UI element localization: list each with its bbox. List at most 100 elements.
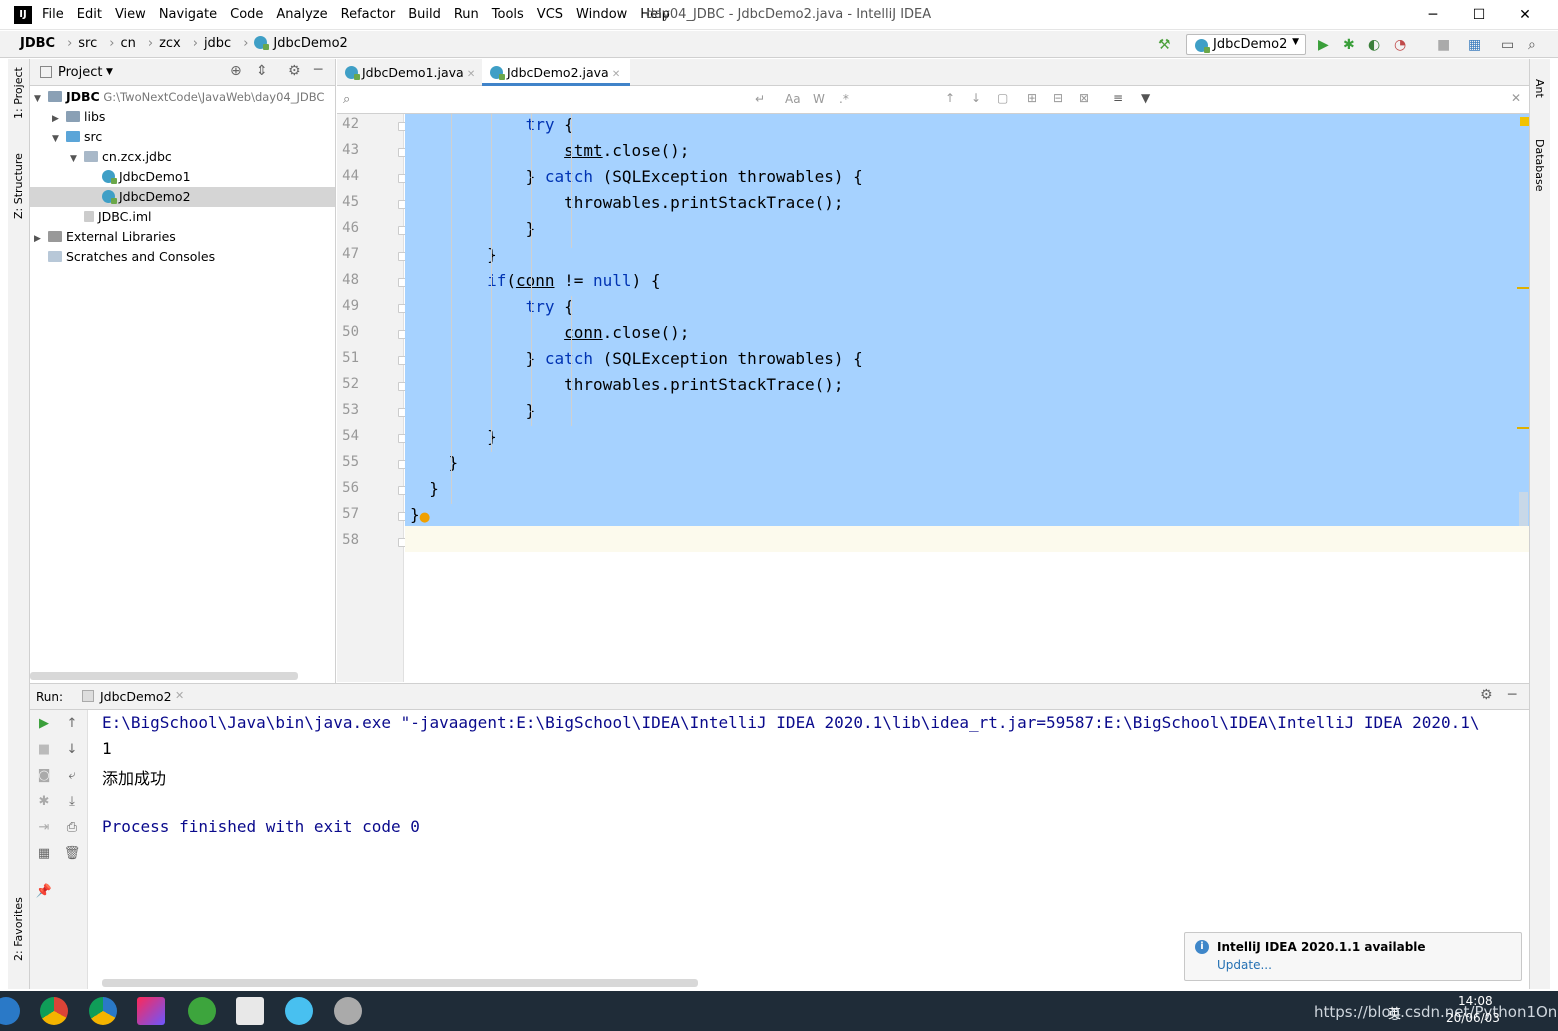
warning-marker[interactable] <box>1520 117 1529 126</box>
marker[interactable] <box>1517 427 1529 429</box>
tree-item[interactable]: ▼ src <box>30 127 335 147</box>
ant-tool-tab[interactable]: Ant <box>1533 79 1546 98</box>
search-input[interactable] <box>359 90 759 110</box>
favorites-tool-tab[interactable]: 2: Favorites <box>12 897 25 961</box>
tree-item[interactable]: JDBC.iml <box>30 207 335 227</box>
collapse-all-icon[interactable]: ⇕ <box>256 63 268 79</box>
new-line-icon[interactable]: ↵ <box>755 92 765 106</box>
previous-occurrence-icon[interactable]: ↑ <box>945 91 955 105</box>
menu-run[interactable]: Run <box>454 7 479 22</box>
chevron-down-icon[interactable]: ▼ <box>106 67 113 77</box>
intellij-taskbar-icon[interactable] <box>137 997 165 1025</box>
print-icon[interactable]: ⎙ <box>62 820 82 835</box>
expanded-arrow-icon[interactable]: ▼ <box>52 129 66 149</box>
breadcrumb-item[interactable]: cn <box>120 36 141 51</box>
menu-vcs[interactable]: VCS <box>537 7 563 22</box>
editor-scrollbar[interactable] <box>1517 114 1529 682</box>
clock-date[interactable]: 20/06/03 <box>1446 1011 1500 1025</box>
app-icon[interactable] <box>285 997 313 1025</box>
tree-item[interactable]: JdbcDemo2 <box>30 187 335 207</box>
remove-occurrence-icon[interactable]: ⊟ <box>1053 91 1063 105</box>
marker[interactable] <box>1517 287 1529 289</box>
run-configuration-select[interactable]: JdbcDemo2 ▼ <box>1186 34 1306 55</box>
regex-toggle[interactable]: .* <box>839 92 849 106</box>
stop-icon[interactable]: ■ <box>1437 37 1450 53</box>
menu-file[interactable]: File <box>42 7 64 22</box>
tree-item[interactable]: ▶ libs <box>30 107 335 127</box>
chrome-icon[interactable] <box>40 997 68 1025</box>
hide-panel-icon[interactable]: ─ <box>314 62 322 78</box>
menu-refactor[interactable]: Refactor <box>341 7 396 22</box>
camera-icon[interactable]: ◙ <box>34 768 54 783</box>
menu-tools[interactable]: Tools <box>492 7 524 22</box>
match-case-toggle[interactable]: Aa <box>785 92 801 106</box>
menu-analyze[interactable]: Analyze <box>276 7 327 22</box>
breadcrumb-item[interactable]: JDBC <box>20 36 61 51</box>
menu-navigate[interactable]: Navigate <box>159 7 217 22</box>
code-editor[interactable]: try { stmt.close(); } catch (SQLExceptio… <box>405 114 1529 682</box>
select-all-occurrences-icon[interactable]: ▢ <box>997 91 1008 105</box>
project-panel-title[interactable]: Project <box>58 65 102 80</box>
maximize-button[interactable]: ☐ <box>1464 4 1494 26</box>
soft-wrap-icon[interactable]: ⤶ <box>62 768 82 783</box>
structure-tool-tab[interactable]: Z: Structure <box>12 153 25 219</box>
close-button[interactable]: ✕ <box>1510 4 1540 26</box>
update-link[interactable]: Update... <box>1217 958 1272 972</box>
database-tool-tab[interactable]: Database <box>1533 139 1546 192</box>
breadcrumb-item[interactable]: src <box>78 36 103 51</box>
add-occurrence-icon[interactable]: ⊞ <box>1027 91 1037 105</box>
horizontal-scrollbar[interactable] <box>102 979 698 987</box>
settings-gear-icon[interactable]: ⚙ <box>1480 687 1493 703</box>
pin-icon[interactable]: 📌 <box>34 884 54 899</box>
scroll-up-icon[interactable]: ↑ <box>62 716 82 731</box>
menu-code[interactable]: Code <box>230 7 263 22</box>
breadcrumb-item[interactable]: jdbc <box>204 36 237 51</box>
horizontal-scrollbar[interactable] <box>30 672 298 680</box>
collapsed-arrow-icon[interactable]: ▶ <box>52 109 66 129</box>
project-structure-icon[interactable]: ▦ <box>1468 37 1481 53</box>
locate-icon[interactable]: ⊕ <box>230 63 242 79</box>
close-tab-icon[interactable]: ✕ <box>609 69 620 80</box>
rerun-icon[interactable]: ▶ <box>34 716 54 731</box>
whole-words-toggle[interactable]: W <box>813 92 825 106</box>
scroll-to-end-icon[interactable]: ⤓ <box>62 794 82 809</box>
tree-item[interactable]: JdbcDemo1 <box>30 167 335 187</box>
tree-item[interactable]: Scratches and Consoles <box>30 247 335 267</box>
menu-edit[interactable]: Edit <box>77 7 102 22</box>
editor-tab[interactable]: JdbcDemo1.java ✕ <box>337 59 477 86</box>
settings-gear-icon[interactable]: ⚙ <box>288 63 301 79</box>
coverage-icon[interactable]: ◐ <box>1368 37 1380 53</box>
filter-icon[interactable]: ▼ <box>1141 91 1150 105</box>
help-icon[interactable] <box>236 997 264 1025</box>
menu-build[interactable]: Build <box>408 7 441 22</box>
debug-icon[interactable]: ✱ <box>34 794 54 809</box>
collapsed-arrow-icon[interactable]: ▶ <box>34 229 48 249</box>
menu-view[interactable]: View <box>115 7 146 22</box>
close-tab-icon[interactable]: ✕ <box>175 689 184 702</box>
close-tab-icon[interactable]: ✕ <box>464 69 475 80</box>
tree-item[interactable]: ▼ cn.zcx.jdbc <box>30 147 335 167</box>
menu-window[interactable]: Window <box>576 7 627 22</box>
expanded-arrow-icon[interactable]: ▼ <box>70 149 84 169</box>
layout-icon[interactable]: ▭ <box>1501 37 1514 53</box>
debug-icon[interactable]: ✱ <box>1343 37 1355 53</box>
minimize-button[interactable]: ─ <box>1418 4 1448 26</box>
app-icon[interactable] <box>334 997 362 1025</box>
scroll-down-icon[interactable]: ↓ <box>62 742 82 757</box>
wechat-icon[interactable] <box>188 997 216 1025</box>
edge-icon[interactable] <box>0 997 20 1025</box>
exclude-icon[interactable]: ⊠ <box>1079 91 1089 105</box>
editor-tab[interactable]: JdbcDemo2.java ✕ <box>482 59 630 86</box>
tree-item[interactable]: ▼ JDBC G:\TwoNextCode\JavaWeb\day04_JDBC <box>30 87 335 107</box>
stop-icon[interactable]: ■ <box>34 742 54 757</box>
scrollbar-thumb[interactable] <box>1519 492 1528 526</box>
search-everywhere-icon[interactable]: ⌕ <box>1528 37 1536 53</box>
breadcrumb-item[interactable]: JdbcDemo2 <box>254 36 353 51</box>
project-tool-tab[interactable]: 1: Project <box>12 67 25 119</box>
run-tab[interactable]: JdbcDemo2 <box>100 689 172 704</box>
trash-icon[interactable]: 🗑 <box>62 846 82 861</box>
expanded-arrow-icon[interactable]: ▼ <box>34 89 48 109</box>
layout-icon[interactable]: ▦ <box>34 846 54 861</box>
intention-bulb-icon[interactable]: ● <box>419 510 430 525</box>
multiline-icon[interactable]: ≡ <box>1113 91 1123 105</box>
